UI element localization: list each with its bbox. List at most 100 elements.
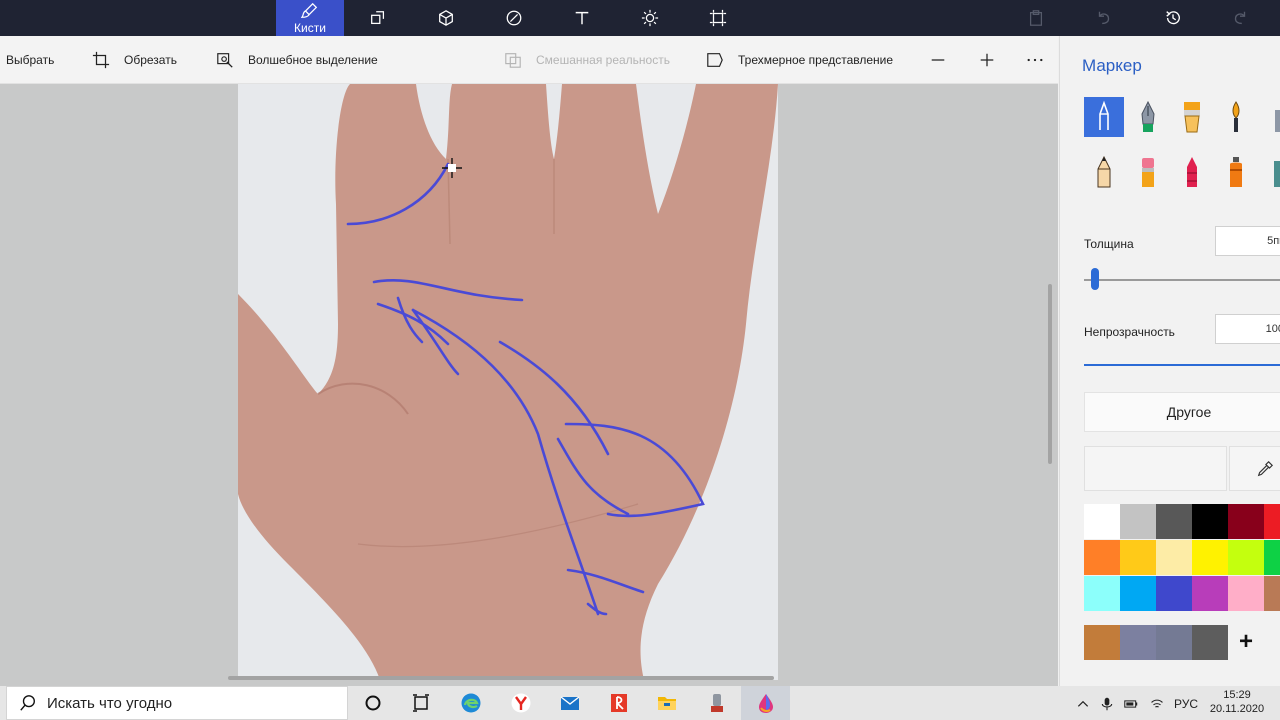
task-view-button[interactable] — [409, 691, 433, 715]
color-swatch[interactable] — [1156, 504, 1192, 539]
brush-icon — [301, 2, 318, 18]
panel-title: Маркер — [1082, 56, 1142, 75]
mixed-reality-button[interactable]: Смешанная реальность — [504, 36, 670, 84]
color-swatch[interactable] — [1228, 540, 1264, 575]
brush-pixel-pen[interactable] — [1260, 97, 1280, 137]
opacity-slider[interactable] — [1084, 364, 1280, 366]
brush-panel: Маркер Толщина 5пк Непрозрачность 100 Др… — [1059, 36, 1280, 686]
brush-oil[interactable] — [1172, 97, 1212, 137]
color-swatch[interactable] — [1084, 576, 1120, 611]
color-swatch[interactable] — [1120, 576, 1156, 611]
color-swatch[interactable] — [1084, 504, 1120, 539]
eraser-icon — [1142, 158, 1154, 187]
add-color-button[interactable]: + — [1228, 625, 1264, 659]
yandex-browser-button[interactable] — [607, 691, 631, 715]
brushes-tool-button[interactable]: Кисти — [276, 0, 344, 36]
custom-color-swatch[interactable] — [1120, 625, 1156, 660]
color-swatch[interactable] — [1192, 576, 1228, 611]
2d-shapes-tool-button[interactable] — [344, 0, 412, 36]
search-icon — [20, 695, 35, 711]
brush-calligraphy-pen[interactable] — [1128, 97, 1168, 137]
brush-pencil[interactable] — [1084, 152, 1124, 192]
select-button[interactable]: Выбрать — [6, 36, 54, 84]
magic-select-button[interactable]: Волшебное выделение — [216, 36, 378, 84]
custom-color-swatch[interactable] — [1084, 625, 1120, 660]
brush-marker[interactable] — [1084, 97, 1124, 137]
taskbar-search[interactable]: Искать что угодно — [6, 686, 348, 720]
brush-eraser[interactable] — [1128, 152, 1168, 192]
color-swatch[interactable] — [1228, 504, 1264, 539]
stickers-tool-button[interactable] — [480, 0, 548, 36]
brush-watercolor[interactable] — [1216, 97, 1256, 137]
brush-fill[interactable] — [1260, 152, 1280, 192]
custom-color-swatch[interactable] — [1192, 625, 1228, 660]
search-placeholder: Искать что угодно — [47, 694, 173, 712]
color-swatch[interactable] — [1228, 576, 1264, 611]
view-3d-button[interactable]: Трехмерное представление — [706, 36, 893, 84]
opacity-input[interactable]: 100 — [1215, 314, 1280, 344]
other-colors-label: Другое — [1166, 404, 1212, 420]
vertical-scrollbar[interactable] — [1048, 284, 1052, 464]
tray-show-hidden[interactable] — [1074, 695, 1092, 713]
minus-icon — [931, 59, 945, 61]
color-swatch[interactable] — [1084, 540, 1120, 575]
undo-icon — [1098, 11, 1110, 25]
thickness-input[interactable]: 5пк — [1215, 226, 1280, 256]
color-swatch[interactable] — [1264, 540, 1280, 575]
color-swatch[interactable] — [1192, 504, 1228, 539]
cortana-button[interactable] — [361, 691, 385, 715]
effects-tool-button[interactable] — [616, 0, 684, 36]
more-button[interactable] — [1025, 50, 1045, 70]
tray-network[interactable] — [1148, 695, 1166, 713]
stickers-icon — [506, 10, 522, 26]
text-tool-button[interactable] — [548, 0, 616, 36]
crayon-icon — [1187, 157, 1197, 187]
color-swatch[interactable] — [1156, 576, 1192, 611]
recorder-button[interactable] — [705, 691, 729, 715]
custom-color-swatch[interactable] — [1156, 625, 1192, 660]
brush-spray-can[interactable] — [1216, 152, 1256, 192]
color-swatch[interactable] — [1120, 504, 1156, 539]
brush-crayon[interactable] — [1172, 152, 1212, 192]
taskbar: Искать что угодно РУС 15:29 20.11.2020 — [0, 686, 1280, 720]
eyedropper-button[interactable] — [1229, 446, 1280, 491]
file-explorer-button[interactable] — [655, 691, 679, 715]
color-swatch[interactable] — [1156, 540, 1192, 575]
color-swatch[interactable] — [1120, 540, 1156, 575]
horizontal-scrollbar[interactable] — [228, 676, 774, 680]
history-button[interactable] — [1159, 4, 1187, 32]
color-swatch[interactable] — [1264, 504, 1280, 539]
clock-date: 20.11.2020 — [1209, 703, 1265, 715]
tray-clock[interactable]: 15:29 20.11.2020 — [1205, 688, 1269, 716]
other-colors-button[interactable]: Другое ⌄ — [1084, 392, 1280, 432]
thickness-slider-thumb[interactable] — [1091, 268, 1099, 290]
palm-photo — [238, 84, 778, 680]
tray-battery[interactable] — [1122, 695, 1140, 713]
edge-icon — [461, 693, 481, 713]
yandex-button[interactable] — [509, 691, 533, 715]
canvas-tool-button[interactable] — [684, 0, 752, 36]
3d-shapes-tool-button[interactable] — [412, 0, 480, 36]
zoom-out-button[interactable] — [928, 50, 948, 70]
cortana-icon — [365, 695, 381, 711]
thickness-slider[interactable] — [1084, 279, 1280, 281]
paste-button[interactable] — [1022, 4, 1050, 32]
effects-icon — [641, 9, 659, 27]
edge-button[interactable] — [459, 691, 483, 715]
drawing-canvas[interactable] — [0, 84, 1058, 686]
oil-brush-icon — [1184, 102, 1200, 133]
color-swatch[interactable] — [1264, 576, 1280, 611]
file-explorer-icon — [658, 697, 676, 710]
paint3d-button[interactable] — [754, 691, 778, 715]
tray-microphone[interactable] — [1098, 695, 1116, 713]
mail-button[interactable] — [558, 691, 582, 715]
watercolor-icon — [1232, 101, 1240, 132]
zoom-in-button[interactable] — [977, 50, 997, 70]
color-swatch[interactable] — [1192, 540, 1228, 575]
undo-button[interactable] — [1090, 4, 1118, 32]
tray-language[interactable]: РУС — [1174, 697, 1198, 711]
redo-button[interactable] — [1226, 4, 1254, 32]
view-3d-icon — [707, 53, 723, 67]
task-view-icon — [413, 694, 429, 712]
crop-button[interactable]: Обрезать — [92, 36, 177, 84]
